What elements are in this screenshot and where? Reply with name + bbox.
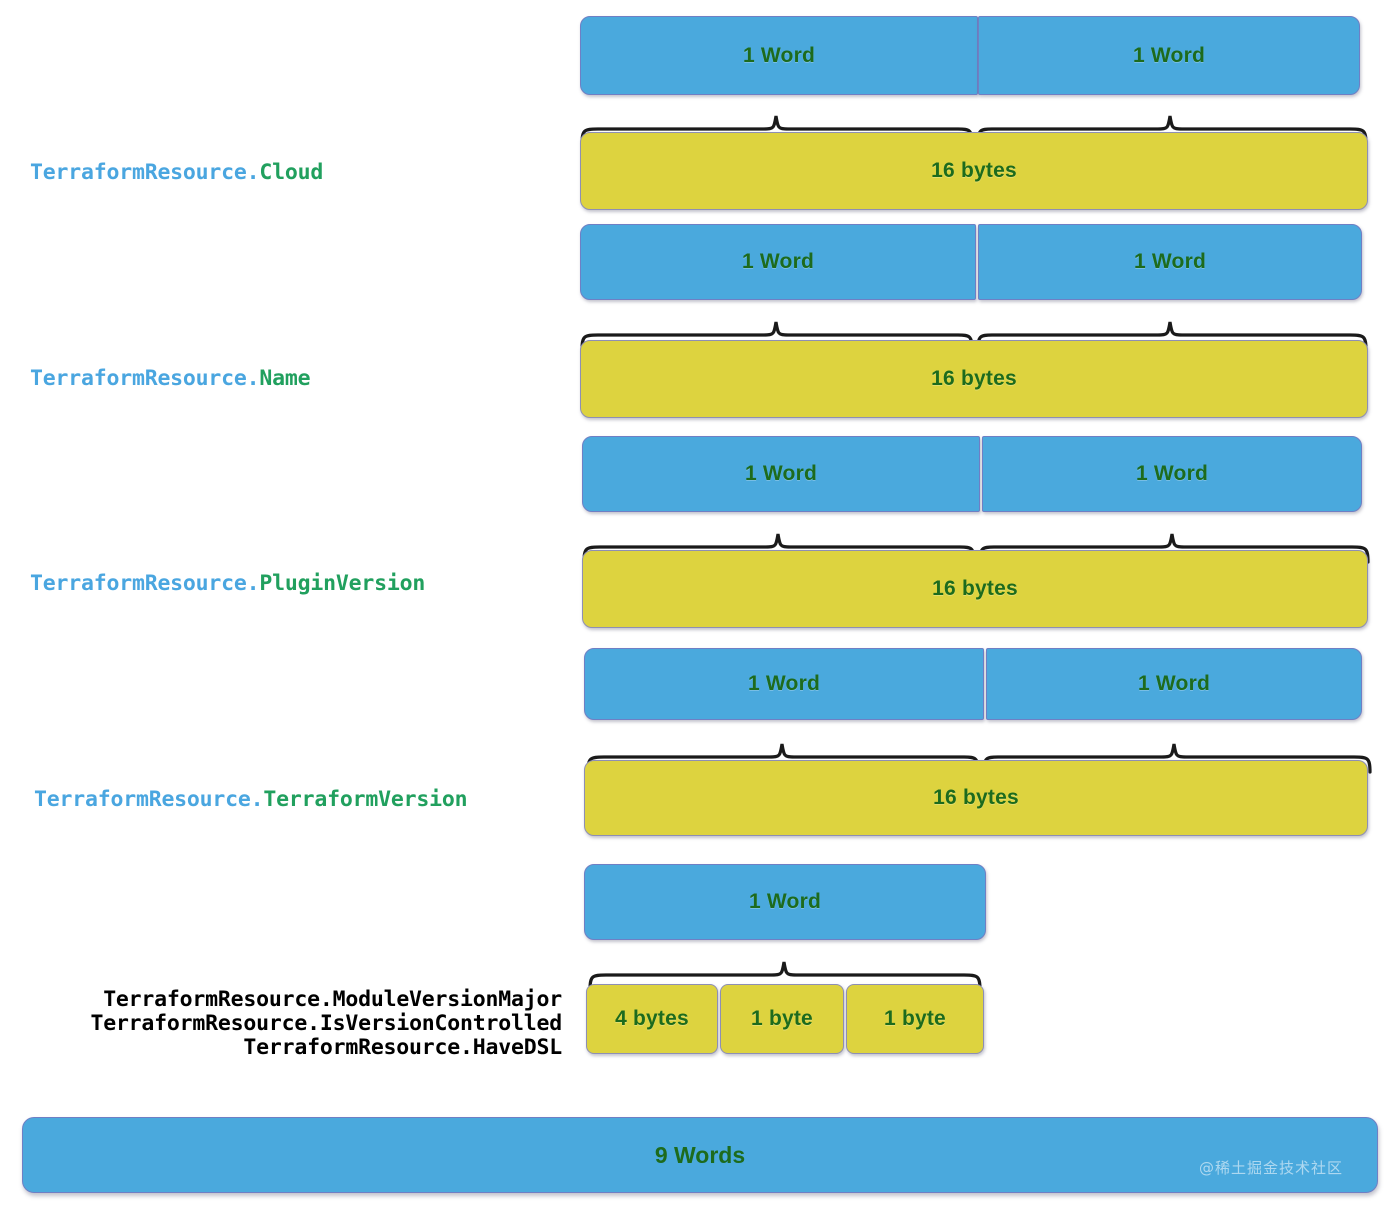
bytes-box-label: 1 byte [751,1007,813,1030]
field-label-property: HaveDSL [472,1035,562,1060]
field-label-prefix: TerraformResource. [30,366,260,391]
word-box-label: 1 Word [748,672,820,695]
field-label-prefix: TerraformResource. [243,1035,473,1060]
field-label-terraform-version: TerraformResource.TerraformVersion [34,787,468,812]
field-label-prefix: TerraformResource. [90,1011,320,1036]
word-box: 1 Word [582,436,980,512]
bytes-box-label: 1 byte [884,1007,946,1030]
bytes-box: 16 bytes [584,760,1368,836]
field-label-property: ModuleVersionMajor [332,987,563,1012]
total-words-bar: 9 Words @稀土掘金技术社区 [22,1117,1378,1193]
word-box-label: 1 Word [1136,462,1208,485]
field-label-property: PluginVersion [259,571,426,596]
field-label-line: TerraformResource.ModuleVersionMajor [30,988,562,1012]
field-label-prefix: TerraformResource. [30,571,260,596]
word-box-label: 1 Word [743,43,815,67]
field-label-prefix: TerraformResource. [30,160,260,185]
field-label-property: IsVersionControlled [319,1011,562,1036]
field-label-prefix: TerraformResource. [103,987,333,1012]
field-label-cloud: TerraformResource.Cloud [30,160,323,185]
bytes-box: 16 bytes [580,132,1368,210]
bytes-box: 16 bytes [580,340,1368,418]
bytes-box-label: 16 bytes [931,367,1017,390]
word-box-label: 1 Word [742,250,814,273]
bytes-box-label: 16 bytes [931,159,1017,182]
field-label-property: Name [259,366,311,391]
bytes-box-label: 16 bytes [932,577,1018,600]
word-box-label: 1 Word [749,890,821,913]
field-label-line: TerraformResource.HaveDSL [30,1036,562,1060]
field-label-line: TerraformResource.IsVersionControlled [30,1012,562,1036]
word-box: 1 Word [978,224,1362,300]
watermark: @稀土掘金技术社区 [1198,1159,1343,1177]
field-label-plugin-version: TerraformResource.PluginVersion [30,571,425,596]
word-box-label: 1 Word [1133,43,1205,67]
word-box: 1 Word [584,648,984,720]
word-box: 1 Word [978,16,1360,95]
field-label-prefix: TerraformResource. [34,787,264,812]
bytes-box-label: 4 bytes [615,1007,689,1030]
word-box: 1 Word [580,16,978,95]
field-label-packed-fields: TerraformResource.ModuleVersionMajor Ter… [30,988,562,1060]
word-box-label: 1 Word [1138,672,1210,695]
word-box: 1 Word [584,864,986,940]
bytes-box-label: 16 bytes [933,786,1019,809]
word-box: 1 Word [982,436,1362,512]
bytes-box: 4 bytes [586,984,718,1054]
memory-layout-diagram: TerraformResource.Cloud 1 Word 1 Word 16… [0,0,1400,1212]
field-label-property: Cloud [259,160,324,185]
bytes-box: 1 byte [846,984,984,1054]
total-words-label: 9 Words [654,1141,746,1168]
word-box-label: 1 Word [1134,250,1206,273]
word-box: 1 Word [986,648,1362,720]
word-box-label: 1 Word [745,462,817,485]
bytes-box: 1 byte [720,984,844,1054]
bytes-box: 16 bytes [582,550,1368,628]
field-label-property: TerraformVersion [263,787,468,812]
field-label-name: TerraformResource.Name [30,366,311,391]
word-box: 1 Word [580,224,976,300]
